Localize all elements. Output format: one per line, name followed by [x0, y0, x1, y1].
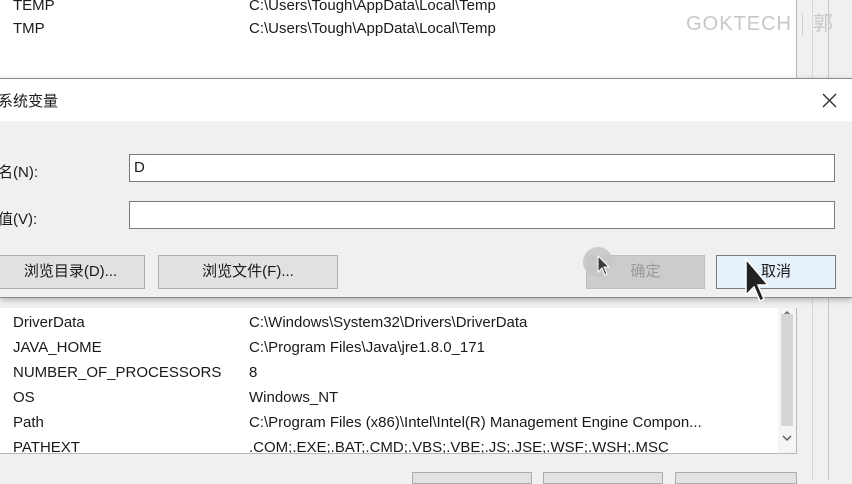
variable-value: C:\Users\Tough\AppData\Local\Temp: [249, 0, 496, 14]
watermark: GOKTECH 郭: [686, 7, 834, 36]
list-item[interactable]: Path C:\Program Files (x86)\Intel\Intel(…: [0, 411, 796, 435]
variable-value: 8: [249, 364, 258, 381]
variable-value: C:\Users\Tough\AppData\Local\Temp: [249, 20, 496, 37]
cancel-button[interactable]: 取消: [716, 255, 836, 289]
browse-directory-button[interactable]: 浏览目录(D)...: [0, 255, 145, 289]
close-icon: [822, 93, 837, 108]
list-item[interactable]: DriverData C:\Windows\System32\Drivers\D…: [0, 311, 796, 335]
close-button[interactable]: [814, 85, 844, 115]
list-item[interactable]: NUMBER_OF_PROCESSORS 8: [0, 361, 796, 385]
delete-button[interactable]: [675, 472, 797, 484]
edit-button[interactable]: [543, 472, 663, 484]
variable-name: TMP: [13, 20, 45, 37]
variable-name-input[interactable]: D: [129, 154, 835, 182]
edit-system-variable-dialog: 系统变量 名(N): D 值(V): 浏览目录(D)... 浏览文件(F)...…: [0, 78, 852, 298]
user-variables-list[interactable]: TEMP C:\Users\Tough\AppData\Local\Temp T…: [0, 0, 797, 81]
watermark-char: 郭: [813, 13, 834, 35]
variable-name: TEMP: [13, 0, 55, 14]
vertical-scrollbar[interactable]: [778, 308, 796, 453]
list-item[interactable]: OS Windows_NT: [0, 386, 796, 410]
scrollbar-thumb[interactable]: [781, 314, 793, 426]
watermark-brand: GOKTECH: [686, 13, 792, 35]
variable-value: C:\Program Files\Java\jre1.8.0_171: [249, 339, 485, 356]
dialog-title: 系统变量: [0, 93, 59, 110]
variable-value: C:\Windows\System32\Drivers\DriverData: [249, 314, 528, 331]
variable-name: Path: [13, 414, 44, 431]
list-item[interactable]: JAVA_HOME C:\Program Files\Java\jre1.8.0…: [0, 336, 796, 360]
variable-name: JAVA_HOME: [13, 339, 102, 356]
variable-name-label: 名(N):: [0, 164, 38, 181]
cursor-icon: [597, 255, 611, 276]
variable-value-input[interactable]: [129, 201, 835, 229]
new-button[interactable]: [412, 472, 532, 484]
variable-value: C:\Program Files (x86)\Intel\Intel(R) Ma…: [249, 414, 702, 431]
scroll-down-icon[interactable]: [778, 432, 796, 447]
variable-name: NUMBER_OF_PROCESSORS: [13, 364, 222, 381]
variable-value: Windows_NT: [249, 389, 339, 406]
variable-name: PATHEXT: [13, 439, 80, 454]
mouse-pointer-icon: [745, 257, 768, 303]
list-item[interactable]: TMP C:\Users\Tough\AppData\Local\Temp: [0, 17, 796, 41]
variable-value-label: 值(V):: [0, 211, 38, 228]
list-item[interactable]: TEMP C:\Users\Tough\AppData\Local\Temp: [0, 0, 796, 18]
variable-name: DriverData: [13, 314, 85, 331]
dialog-titlebar[interactable]: 系统变量: [0, 79, 852, 121]
system-variables-list[interactable]: DriverData C:\Windows\System32\Drivers\D…: [0, 308, 797, 454]
browse-file-button[interactable]: 浏览文件(F)...: [158, 255, 338, 289]
variable-name: OS: [13, 389, 35, 406]
list-item[interactable]: PATHEXT .COM;.EXE;.BAT;.CMD;.VBS;.VBE;.J…: [0, 436, 796, 454]
variable-value: .COM;.EXE;.BAT;.CMD;.VBS;.VBE;.JS;.JSE;.…: [249, 439, 669, 454]
